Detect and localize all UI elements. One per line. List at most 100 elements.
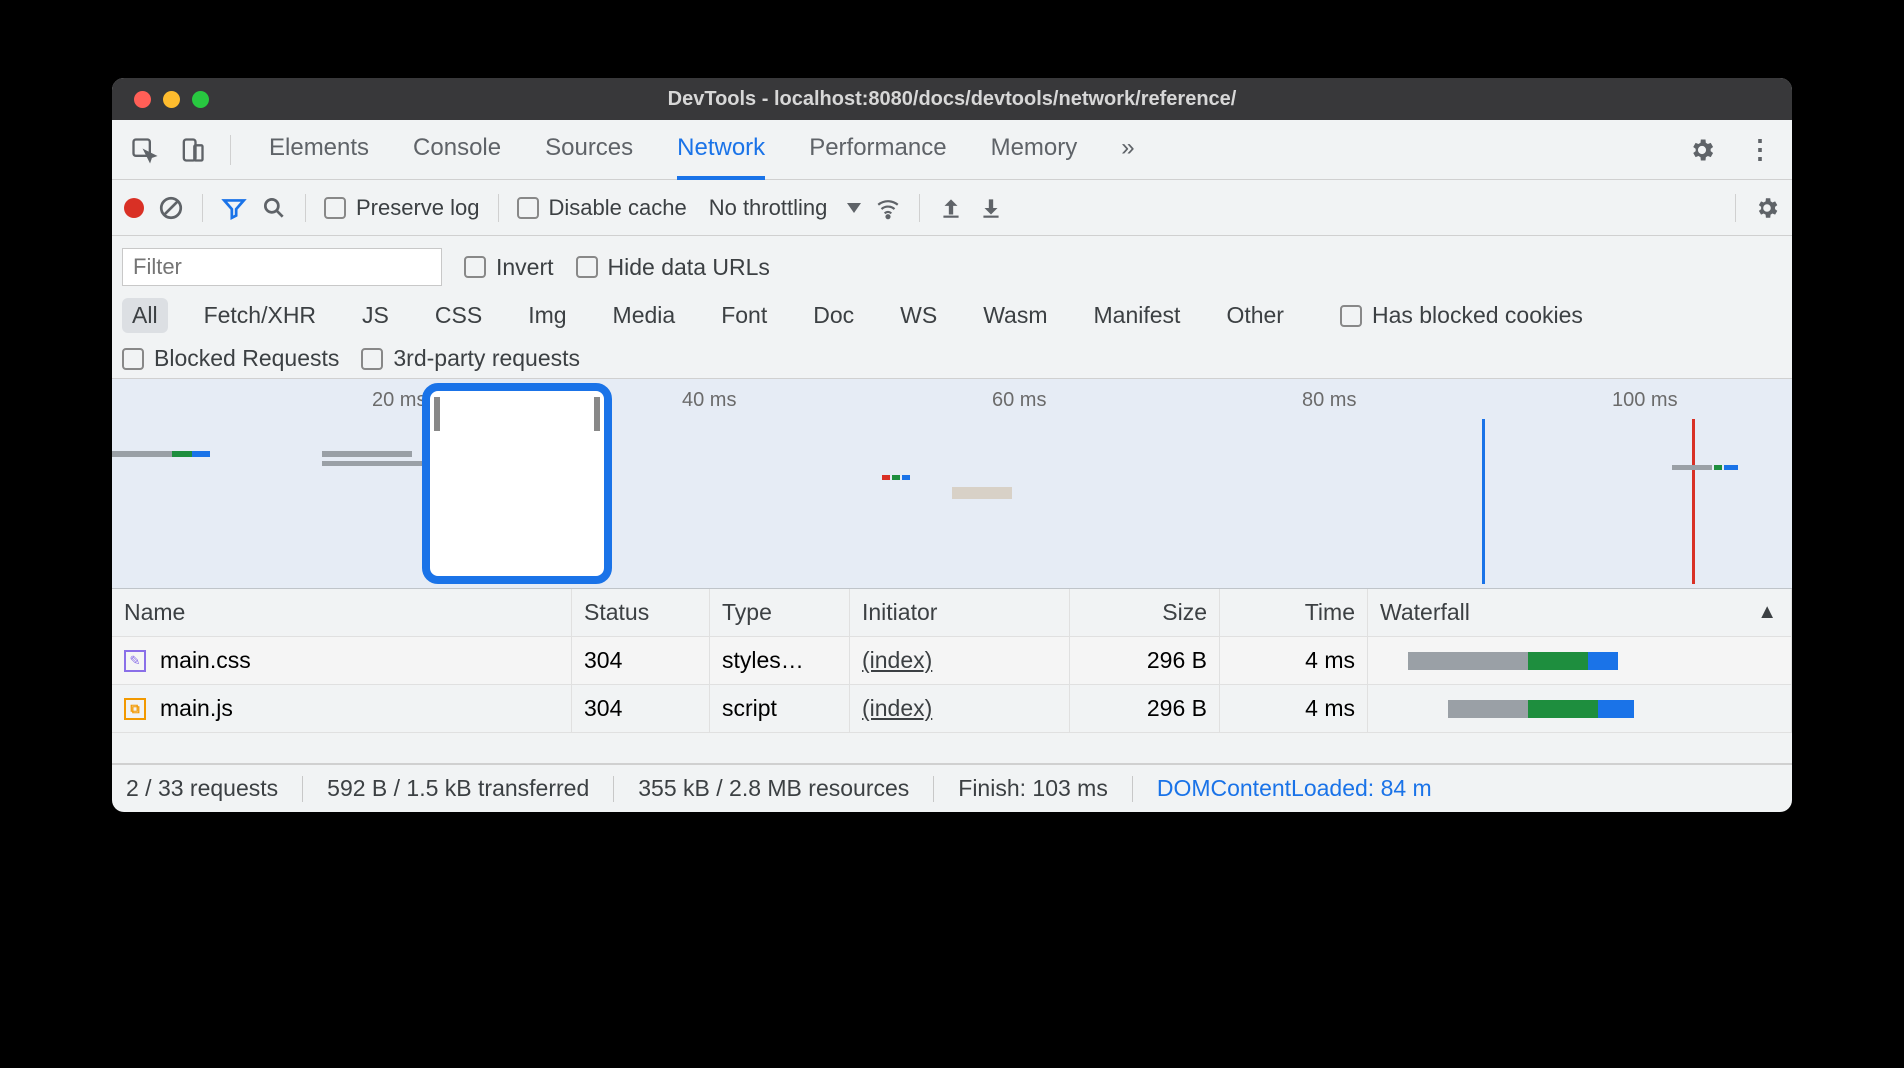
overview-bar (112, 451, 172, 457)
separator (230, 135, 231, 165)
preserve-log-label: Preserve log (356, 195, 480, 221)
col-time[interactable]: Time (1220, 589, 1368, 636)
overview-bar (322, 451, 412, 457)
filter-type-wasm[interactable]: Wasm (973, 298, 1057, 333)
settings-icon[interactable] (1688, 136, 1716, 164)
clear-icon[interactable] (158, 195, 184, 221)
request-waterfall (1368, 685, 1792, 732)
tab-sources[interactable]: Sources (545, 120, 633, 180)
network-conditions-icon[interactable] (875, 195, 901, 221)
overview-tick: 60 ms (992, 389, 1046, 412)
request-type: script (710, 685, 850, 732)
col-waterfall[interactable]: Waterfall ▲ (1368, 589, 1792, 636)
filter-type-ws[interactable]: WS (890, 298, 947, 333)
overview-tick: 20 ms (372, 389, 426, 412)
table-row[interactable]: ⧉ main.js 304 script (index) 296 B 4 ms (112, 685, 1792, 733)
inspect-icon[interactable] (130, 136, 158, 164)
overview-bar (882, 475, 890, 480)
status-domcontentloaded: DOMContentLoaded: 84 m (1157, 775, 1432, 802)
filter-type-manifest[interactable]: Manifest (1084, 298, 1191, 333)
filter-type-doc[interactable]: Doc (803, 298, 864, 333)
has-blocked-cookies-checkbox[interactable]: Has blocked cookies (1340, 302, 1583, 329)
tab-elements[interactable]: Elements (269, 120, 369, 180)
import-har-icon[interactable] (938, 195, 964, 221)
network-settings-icon[interactable] (1754, 195, 1780, 221)
request-status: 304 (572, 685, 710, 732)
tab-network[interactable]: Network (677, 120, 765, 180)
overview-bar (1724, 465, 1738, 470)
status-finish: Finish: 103 ms (958, 775, 1108, 802)
script-icon: ⧉ (124, 698, 146, 720)
request-initiator[interactable]: (index) (862, 695, 932, 721)
filter-type-font[interactable]: Font (711, 298, 777, 333)
throttling-value: No throttling (709, 195, 828, 221)
filter-type-media[interactable]: Media (603, 298, 686, 333)
record-button[interactable] (124, 198, 144, 218)
preserve-log-checkbox[interactable]: Preserve log (324, 195, 480, 221)
export-har-icon[interactable] (978, 195, 1004, 221)
col-status[interactable]: Status (572, 589, 710, 636)
col-name[interactable]: Name (112, 589, 572, 636)
load-marker (1692, 419, 1695, 584)
stylesheet-icon: ✎ (124, 650, 146, 672)
panel-tabs: Elements Console Sources Network Perform… (269, 120, 1678, 180)
minimize-window-button[interactable] (163, 91, 180, 108)
status-transferred: 592 B / 1.5 kB transferred (327, 775, 589, 802)
overview-selection-handle-right[interactable] (594, 397, 600, 431)
third-party-checkbox[interactable]: 3rd-party requests (361, 345, 580, 372)
tab-performance[interactable]: Performance (809, 120, 946, 180)
device-toolbar-icon[interactable] (178, 136, 206, 164)
filter-bar: Invert Hide data URLs All Fetch/XHR JS C… (112, 236, 1792, 379)
overview-bar (172, 451, 192, 457)
overview-tick: 80 ms (1302, 389, 1356, 412)
request-size: 296 B (1070, 685, 1220, 732)
filter-type-img[interactable]: Img (518, 298, 576, 333)
filter-icon[interactable] (221, 195, 247, 221)
more-icon[interactable]: ⋮ (1746, 136, 1774, 164)
requests-table-header: Name Status Type Initiator Size Time Wat… (112, 589, 1792, 637)
tab-memory[interactable]: Memory (991, 120, 1078, 180)
close-window-button[interactable] (134, 91, 151, 108)
filter-type-all[interactable]: All (122, 298, 168, 333)
request-size: 296 B (1070, 637, 1220, 684)
col-type[interactable]: Type (710, 589, 850, 636)
request-initiator[interactable]: (index) (862, 647, 932, 673)
search-icon[interactable] (261, 195, 287, 221)
request-time: 4 ms (1220, 685, 1368, 732)
overview-timeline[interactable]: 20 ms 40 ms 60 ms 80 ms 100 ms (112, 379, 1792, 589)
request-status: 304 (572, 637, 710, 684)
filter-type-js[interactable]: JS (352, 298, 399, 333)
col-size[interactable]: Size (1070, 589, 1220, 636)
overview-bar (1672, 465, 1712, 470)
overview-selection-handle-left[interactable] (434, 397, 440, 431)
traffic-lights (112, 91, 209, 108)
overview-selection[interactable] (422, 383, 612, 584)
hide-data-urls-checkbox[interactable]: Hide data URLs (576, 254, 770, 281)
maximize-window-button[interactable] (192, 91, 209, 108)
titlebar: DevTools - localhost:8080/docs/devtools/… (112, 78, 1792, 120)
overview-bar (952, 487, 1012, 499)
tab-console[interactable]: Console (413, 120, 501, 180)
table-row[interactable]: ✎ main.css 304 styles… (index) 296 B 4 m… (112, 637, 1792, 685)
filter-input[interactable] (122, 248, 442, 286)
request-time: 4 ms (1220, 637, 1368, 684)
request-type: styles… (710, 637, 850, 684)
network-toolbar: Preserve log Disable cache No throttling (112, 180, 1792, 236)
throttling-select[interactable]: No throttling (709, 195, 862, 221)
filter-type-fetchxhr[interactable]: Fetch/XHR (194, 298, 326, 333)
overview-tick: 40 ms (682, 389, 736, 412)
devtools-window: DevTools - localhost:8080/docs/devtools/… (112, 78, 1792, 812)
panel-tabbar: Elements Console Sources Network Perform… (112, 120, 1792, 180)
filter-type-css[interactable]: CSS (425, 298, 492, 333)
col-initiator[interactable]: Initiator (850, 589, 1070, 636)
tab-overflow[interactable]: » (1121, 120, 1134, 180)
disable-cache-checkbox[interactable]: Disable cache (517, 195, 687, 221)
invert-checkbox[interactable]: Invert (464, 254, 554, 281)
status-bar: 2 / 33 requests 592 B / 1.5 kB transferr… (112, 763, 1792, 812)
filter-type-other[interactable]: Other (1216, 298, 1294, 333)
status-requests: 2 / 33 requests (126, 775, 278, 802)
request-name: main.js (160, 695, 233, 722)
overview-bar (902, 475, 910, 480)
status-resources: 355 kB / 2.8 MB resources (638, 775, 909, 802)
blocked-requests-checkbox[interactable]: Blocked Requests (122, 345, 339, 372)
